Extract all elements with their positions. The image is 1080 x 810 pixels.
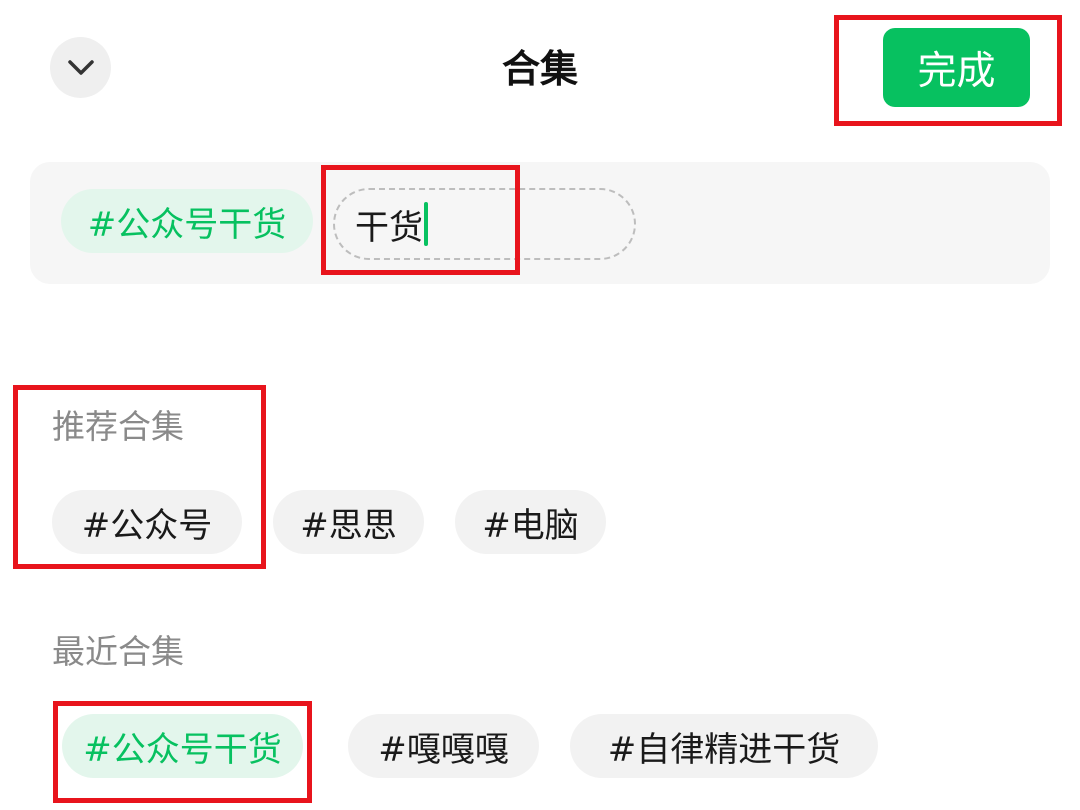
recent-tag-chip[interactable]: #自律精进干货 <box>570 714 878 778</box>
recommended-tag-chip[interactable]: #公众号 <box>52 490 242 554</box>
selected-tag-chip[interactable]: #公众号干货 <box>61 189 313 253</box>
done-button[interactable]: 完成 <box>883 28 1030 107</box>
recent-tag-chip[interactable]: #嘎嘎嘎 <box>348 714 539 778</box>
recommended-tag-chip[interactable]: #思思 <box>273 490 424 554</box>
recent-tag-chip[interactable]: #公众号干货 <box>62 714 303 778</box>
recommended-tag-chip[interactable]: #电脑 <box>455 490 606 554</box>
collection-tag-input[interactable]: 干货 <box>333 188 636 260</box>
recent-section-label: 最近合集 <box>52 632 184 671</box>
collection-tag-input-value: 干货 <box>355 207 423 248</box>
recommended-section-label: 推荐合集 <box>52 407 184 446</box>
text-caret <box>424 202 428 246</box>
